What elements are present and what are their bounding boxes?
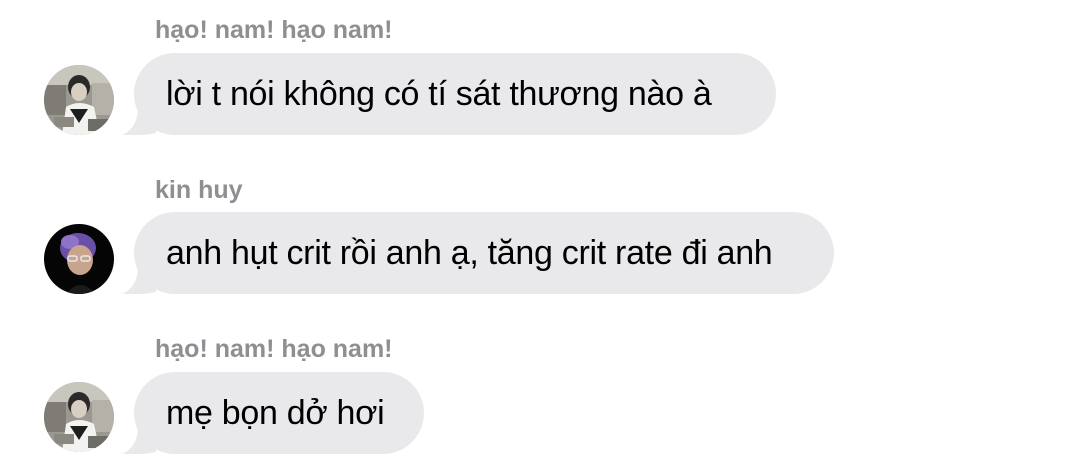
person-photo-icon — [44, 65, 114, 135]
message-text: mẹ bọn dở hơi — [166, 393, 385, 432]
message-bubble[interactable]: mẹ bọn dở hơi — [134, 372, 424, 454]
message-bubble-wrap: anh hụt crit rồi anh ạ, tăng crit rate đ… — [122, 212, 834, 294]
sender-name: kin huy — [155, 176, 243, 204]
message-text: anh hụt crit rồi anh ạ, tăng crit rate đ… — [166, 233, 773, 272]
message-bubble[interactable]: anh hụt crit rồi anh ạ, tăng crit rate đ… — [134, 212, 834, 294]
message-bubble-wrap: mẹ bọn dở hơi — [122, 372, 426, 454]
message-text: lời t nói không có tí sát thương nào à — [166, 74, 712, 113]
message-bubble[interactable]: lời t nói không có tí sát thương nào à — [134, 53, 776, 135]
avatar[interactable] — [44, 224, 114, 294]
avatar[interactable] — [44, 382, 114, 452]
person-photo-icon — [44, 224, 114, 294]
sender-name: hạo! nam! hạo nam! — [155, 16, 393, 44]
person-photo-icon — [44, 382, 114, 452]
message-bubble-wrap: lời t nói không có tí sát thương nào à — [122, 53, 778, 135]
sender-name: hạo! nam! hạo nam! — [155, 335, 393, 363]
avatar[interactable] — [44, 65, 114, 135]
